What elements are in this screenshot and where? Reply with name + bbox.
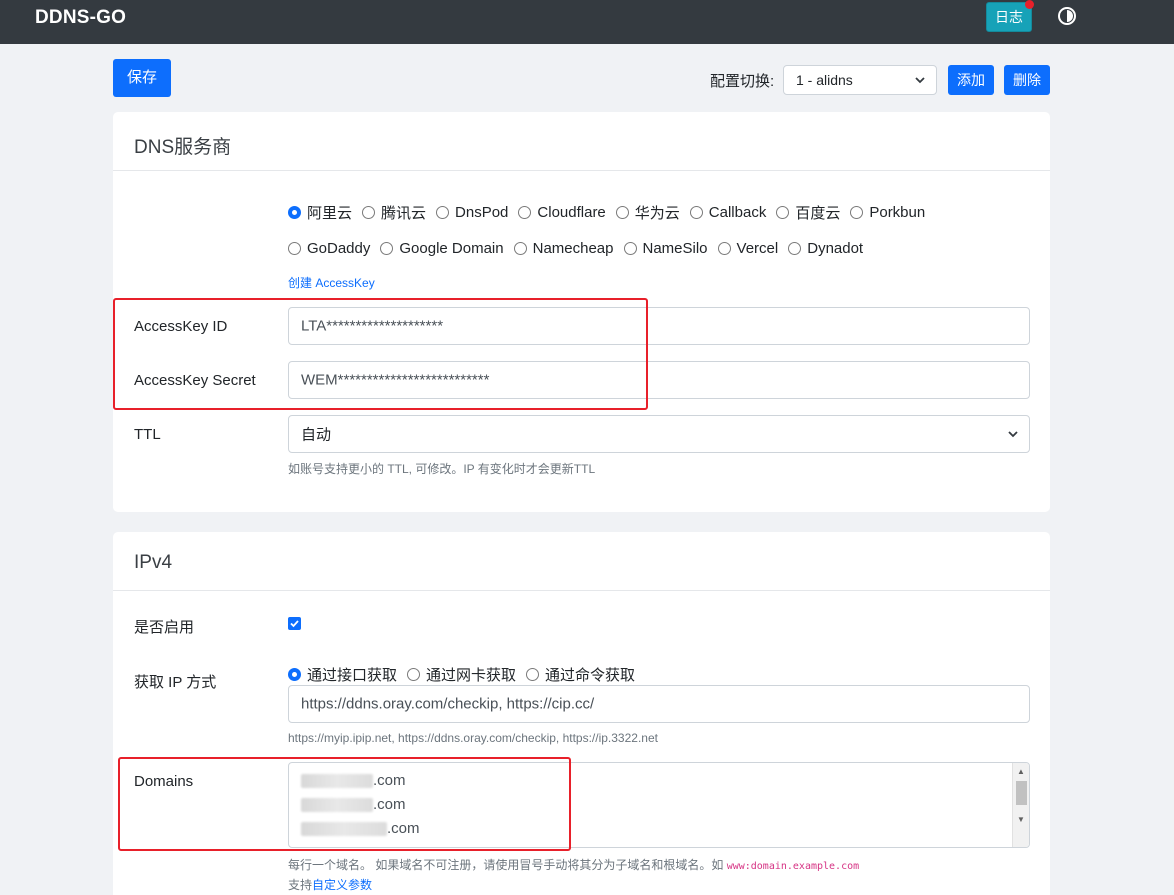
provider-radio[interactable]: Porkbun xyxy=(850,204,925,221)
ttl-label: TTL xyxy=(134,426,161,443)
navbar: DDNS-GO 日志 xyxy=(0,0,1174,44)
textarea-scrollbar[interactable]: ▲ ▼ xyxy=(1012,763,1029,847)
provider-radio[interactable]: Google Domain xyxy=(380,240,504,257)
ip-url-hint: https://myip.ipip.net, https://ddns.oray… xyxy=(288,731,658,745)
brand-title[interactable]: DDNS-GO xyxy=(35,7,126,29)
get-ip-radio-label: 通过接口获取 xyxy=(307,667,398,684)
radio-circle-icon xyxy=(788,242,802,255)
provider-radio[interactable]: 阿里云 xyxy=(288,202,352,223)
check-icon xyxy=(290,620,299,628)
ttl-hint: 如账号支持更小的 TTL, 可修改。IP 有变化时才会更新TTL xyxy=(288,462,596,476)
provider-radio-label: Namecheap xyxy=(532,240,614,257)
ttl-select-value: 自动 xyxy=(301,426,332,444)
domain-example-code: www:domain.example.com xyxy=(726,861,860,872)
get-ip-radio[interactable]: 通过接口获取 xyxy=(288,664,397,685)
provider-radio-label: GoDaddy xyxy=(307,240,371,257)
radio-circle-icon xyxy=(288,206,301,219)
provider-radio[interactable]: NameSilo xyxy=(623,240,708,257)
scroll-up-icon[interactable]: ▲ xyxy=(1017,767,1025,776)
log-button[interactable]: 日志 xyxy=(986,0,1034,32)
add-config-button[interactable]: 添加 xyxy=(948,65,994,95)
log-button-label: 日志 xyxy=(995,9,1023,25)
card-title: DNS服务商 xyxy=(134,137,232,158)
provider-radio-label: Callback xyxy=(708,204,767,221)
provider-radio-label: 百度云 xyxy=(795,205,841,222)
get-ip-radio-group: 通过接口获取 通过网卡获取 通过命令获取 xyxy=(288,664,645,685)
provider-radio-label: Vercel xyxy=(736,240,779,257)
ip-url-value: https://ddns.oray.com/checkip, https://c… xyxy=(301,695,595,713)
highlight-box xyxy=(113,298,648,410)
scroll-thumb[interactable] xyxy=(1016,781,1027,805)
get-ip-method-label: 获取 IP 方式 xyxy=(134,674,217,691)
domains-hint: 每行一个域名。 如果域名不可注册，请使用冒号手动将其分为子域名和根域名。如 ww… xyxy=(288,858,860,872)
provider-radio[interactable]: 百度云 xyxy=(776,202,840,223)
chevron-down-icon xyxy=(1008,431,1018,438)
radio-circle-icon xyxy=(513,242,527,255)
radio-circle-icon xyxy=(288,242,301,255)
provider-radio-label: Google Domain xyxy=(399,240,504,257)
card-header: IPv4 xyxy=(113,532,1050,591)
get-ip-radio-label: 通过网卡获取 xyxy=(426,667,517,684)
scroll-down-icon[interactable]: ▼ xyxy=(1017,815,1025,824)
provider-radio[interactable]: DnsPod xyxy=(436,204,508,221)
create-accesskey-link[interactable]: 创建 AccessKey xyxy=(288,274,375,291)
provider-radio[interactable]: 华为云 xyxy=(615,202,680,223)
radio-circle-icon xyxy=(380,242,394,255)
config-switch-label: 配置切换: xyxy=(710,73,775,90)
notification-dot xyxy=(1025,0,1034,9)
card-header: DNS服务商 xyxy=(113,112,1050,171)
save-button[interactable]: 保存 xyxy=(113,59,171,97)
radio-circle-icon xyxy=(362,206,376,219)
provider-radio-label: DnsPod xyxy=(455,204,509,221)
radio-circle-icon xyxy=(717,242,731,255)
custom-params-link[interactable]: 自定义参数 xyxy=(312,878,372,892)
enabled-label: 是否启用 xyxy=(134,619,195,636)
radio-circle-icon xyxy=(850,206,864,219)
provider-radio[interactable]: Vercel xyxy=(717,240,779,257)
radio-circle-icon xyxy=(288,668,301,681)
highlight-box xyxy=(118,757,571,851)
radio-circle-icon xyxy=(776,206,790,219)
radio-circle-icon xyxy=(689,206,703,219)
card-title: IPv4 xyxy=(134,552,173,573)
provider-radio-label: Dynadot xyxy=(807,240,864,257)
provider-radio[interactable]: 腾讯云 xyxy=(362,202,426,223)
radio-circle-icon xyxy=(623,242,637,255)
provider-radio-label: NameSilo xyxy=(642,240,708,257)
provider-radio-group: GoDaddy Google Domain Namecheap NameSilo Ver… xyxy=(288,240,873,257)
ip-url-input[interactable]: https://ddns.oray.com/checkip, https://c… xyxy=(288,685,1030,723)
get-ip-radio-label: 通过命令获取 xyxy=(545,667,636,684)
radio-circle-icon xyxy=(407,668,421,681)
radio-circle-icon xyxy=(615,206,629,219)
custom-params-hint: 支持自定义参数 xyxy=(288,878,373,892)
provider-radio[interactable]: Dynadot xyxy=(788,240,863,257)
delete-config-button[interactable]: 删除 xyxy=(1004,65,1050,95)
provider-radio-label: 腾讯云 xyxy=(381,205,427,222)
get-ip-radio[interactable]: 通过网卡获取 xyxy=(407,664,516,685)
get-ip-radio[interactable]: 通过命令获取 xyxy=(526,664,635,685)
config-select[interactable]: 1 - alidns xyxy=(783,65,937,95)
enabled-checkbox[interactable] xyxy=(288,617,301,630)
ttl-select[interactable]: 自动 xyxy=(288,415,1030,453)
theme-toggle-icon[interactable] xyxy=(1057,6,1077,26)
chevron-down-icon xyxy=(915,77,925,84)
provider-radio[interactable]: Namecheap xyxy=(513,240,614,257)
provider-radio[interactable]: GoDaddy xyxy=(288,240,370,257)
config-select-value: 1 - alidns xyxy=(796,72,853,88)
provider-radio-label: 华为云 xyxy=(634,205,680,222)
radio-circle-icon xyxy=(436,206,450,219)
provider-radio-label: 阿里云 xyxy=(307,205,353,222)
provider-radio-group: 阿里云 腾讯云 DnsPod Cloudflare 华为云 Callback 百度云 Pork… xyxy=(288,202,935,223)
provider-radio-label: Porkbun xyxy=(869,204,926,221)
provider-radio-label: Cloudflare xyxy=(537,204,606,221)
provider-radio[interactable]: Callback xyxy=(689,204,767,221)
radio-circle-icon xyxy=(518,206,532,219)
provider-radio[interactable]: Cloudflare xyxy=(518,204,606,221)
radio-circle-icon xyxy=(526,668,540,681)
